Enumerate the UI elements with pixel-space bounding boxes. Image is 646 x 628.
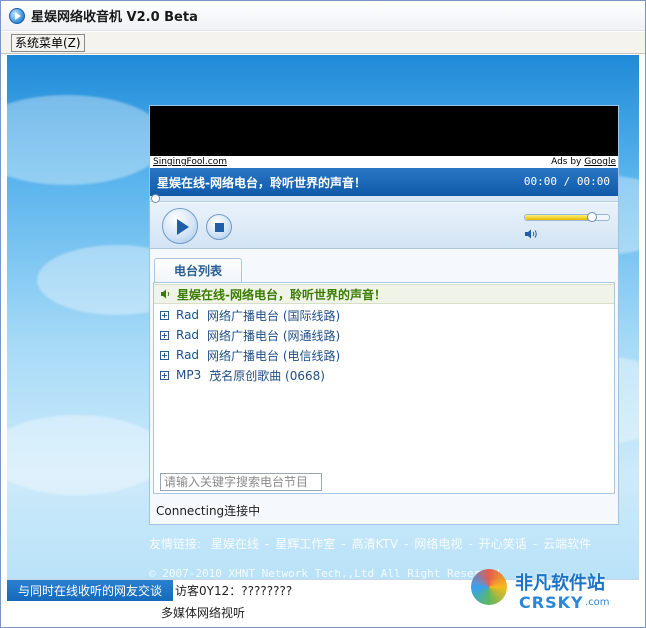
volume-handle[interactable] bbox=[587, 212, 598, 222]
tab-strip: 电台列表 bbox=[154, 258, 614, 283]
ad-banner[interactable] bbox=[150, 106, 618, 156]
plus-icon[interactable] bbox=[160, 370, 169, 380]
friend-link[interactable]: 开心笑话 bbox=[479, 537, 527, 551]
now-playing-title: 星娱在线-网络电台，聆听世界的声音！ bbox=[157, 175, 366, 190]
plus-icon[interactable] bbox=[160, 330, 169, 340]
friend-link[interactable]: 网络电视 bbox=[414, 537, 462, 551]
friend-link[interactable]: 高清KTV bbox=[352, 537, 398, 551]
chat-tab[interactable]: 与同时在线收听的网友交谈 bbox=[7, 580, 173, 602]
list-item-label: 茂名原创歌曲 (0668) bbox=[209, 368, 325, 383]
menu-bar: 系统菜单(Z) bbox=[1, 32, 645, 54]
watermark-globe-icon bbox=[471, 569, 507, 605]
ads-by-google[interactable]: Ads by Google bbox=[551, 156, 616, 168]
stop-button[interactable] bbox=[206, 214, 232, 240]
station-list: 星娱在线-网络电台，聆听世界的声音！ Rad 网络广播电台 (国际线路) Rad 网络广… bbox=[153, 282, 615, 494]
search-input[interactable] bbox=[160, 473, 322, 491]
list-item[interactable]: Rad 网络广播电台 (国际线路) bbox=[154, 305, 614, 325]
ad-bar: SingingFool.com Ads by Google bbox=[150, 156, 618, 168]
watermark-brand: CRSKY bbox=[519, 593, 584, 612]
list-item-label: 网络广播电台 (国际线路) bbox=[207, 308, 341, 323]
title-bar: 星娱网络收音机 V2.0 Beta bbox=[1, 1, 645, 31]
link-separator: - bbox=[341, 537, 346, 551]
ads-by-google-link[interactable]: Google bbox=[584, 157, 616, 167]
connection-status: Connecting连接中 bbox=[156, 504, 261, 518]
visitor-name: 访客0Y12：???????? bbox=[175, 584, 293, 598]
friend-links-label: 友情链接: bbox=[149, 537, 202, 551]
friend-link[interactable]: 星娱在线 bbox=[211, 537, 259, 551]
list-item-type: MP3 bbox=[176, 368, 202, 382]
list-item[interactable]: MP3 茂名原创歌曲 (0668) bbox=[154, 365, 614, 385]
link-separator: - bbox=[532, 537, 538, 551]
list-item-type: Rad bbox=[176, 348, 200, 362]
ads-by-prefix: Ads by bbox=[551, 157, 585, 167]
list-item-type: Rad bbox=[176, 308, 200, 322]
player-controls bbox=[150, 203, 618, 249]
plus-icon[interactable] bbox=[160, 350, 169, 360]
app-window: 星娱网络收音机 V2.0 Beta 系统菜单(Z) SingingFool.co… bbox=[0, 0, 646, 628]
cloud-decoration bbox=[7, 95, 167, 185]
tab-station-list[interactable]: 电台列表 bbox=[154, 258, 242, 283]
plus-icon[interactable] bbox=[160, 310, 169, 320]
friend-link[interactable]: 星辉工作室 bbox=[275, 537, 335, 551]
play-button[interactable] bbox=[162, 208, 198, 244]
window-title: 星娱网络收音机 V2.0 Beta bbox=[31, 10, 198, 25]
list-item-label: 网络广播电台 (网通线路) bbox=[207, 328, 341, 343]
player-panel: SingingFool.com Ads by Google 星娱在线-网络电台，… bbox=[149, 105, 619, 525]
link-separator: - bbox=[404, 537, 409, 551]
list-item[interactable]: Rad 网络广播电台 (电信线路) bbox=[154, 345, 614, 365]
ad-link[interactable]: SingingFool.com bbox=[153, 156, 227, 168]
cloud-decoration bbox=[7, 415, 167, 495]
link-separator: - bbox=[264, 537, 270, 551]
list-item-type: Rad bbox=[176, 328, 200, 342]
list-item[interactable]: 星娱在线-网络电台，聆听世界的声音！ bbox=[154, 284, 614, 304]
friend-links: 友情链接: 星娱在线 - 星辉工作室 - 高清KTV - 网络电视 - 开心笑话 - 云端软件 bbox=[149, 535, 603, 552]
watermark-title: 非凡软件站 bbox=[515, 573, 605, 594]
speaker-icon[interactable] bbox=[160, 289, 172, 299]
now-playing-bar: 星娱在线-网络电台，聆听世界的声音！ 00:00 / 00:00 bbox=[150, 168, 618, 196]
watermark-domain: .com bbox=[585, 597, 610, 608]
seek-handle[interactable] bbox=[151, 194, 160, 203]
list-item[interactable]: Rad 网络广播电台 (网通线路) bbox=[154, 325, 614, 345]
play-time: 00:00 / 00:00 bbox=[523, 175, 610, 188]
friend-link[interactable]: 云端软件 bbox=[543, 537, 591, 551]
multimedia-link[interactable]: 多媒体网络视听 bbox=[161, 604, 245, 621]
watermark-logo: 非凡软件站 CRSKY .com bbox=[471, 565, 635, 615]
list-item-label: 网络广播电台 (电信线路) bbox=[207, 348, 341, 363]
volume-slider[interactable] bbox=[524, 212, 610, 222]
volume-fill bbox=[525, 215, 593, 220]
app-play-icon bbox=[9, 7, 25, 24]
list-item-label: 星娱在线-网络电台，聆听世界的声音！ bbox=[177, 287, 386, 302]
system-menu[interactable]: 系统菜单(Z) bbox=[11, 33, 85, 52]
link-separator: - bbox=[468, 537, 473, 551]
speaker-icon[interactable] bbox=[524, 229, 538, 239]
seek-bar[interactable] bbox=[150, 194, 618, 203]
